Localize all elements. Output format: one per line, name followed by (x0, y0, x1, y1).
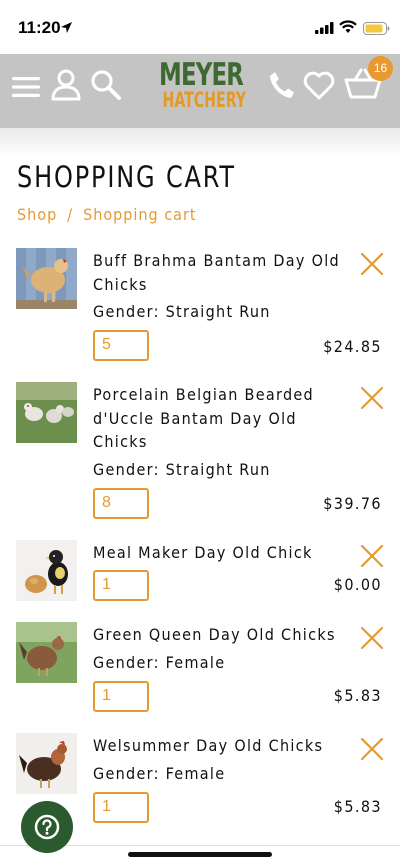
breadcrumb-separator: / (67, 205, 74, 224)
quantity-input[interactable]: 8 (93, 488, 149, 519)
product-image-buff-brahma[interactable] (16, 248, 77, 309)
help-button[interactable] (21, 801, 73, 853)
site-header: MEYER HATCHERY 16 (0, 54, 400, 128)
item-gender: Gender: Female (93, 764, 226, 783)
phone-icon[interactable] (268, 70, 296, 100)
quantity-input[interactable]: 1 (93, 792, 149, 823)
item-gender: Gender: Straight Run (93, 302, 271, 321)
heart-icon[interactable] (303, 71, 335, 100)
item-name[interactable]: Meal Maker Day Old Chick (93, 541, 343, 565)
remove-item-icon[interactable] (360, 252, 384, 276)
meyer-hatchery-logo[interactable]: MEYER HATCHERY (150, 60, 250, 111)
remove-item-icon[interactable] (360, 626, 384, 650)
item-name[interactable]: Welsummer Day Old Chicks (93, 734, 343, 758)
location-arrow-icon (61, 22, 72, 33)
remove-item-icon[interactable] (360, 737, 384, 761)
logo-text-meyer: MEYER (159, 57, 244, 93)
menu-icon[interactable] (12, 75, 40, 99)
status-time: 11:20 (18, 18, 61, 37)
item-price: $0.00 (333, 575, 382, 594)
item-price: $5.83 (333, 686, 382, 705)
item-price: $24.85 (323, 337, 382, 356)
quantity-input[interactable]: 1 (93, 681, 149, 712)
remove-item-icon[interactable] (360, 386, 384, 410)
account-icon[interactable] (51, 69, 81, 101)
signal-icon (315, 22, 334, 34)
item-gender: Gender: Female (93, 653, 226, 672)
quantity-input[interactable]: 1 (93, 570, 149, 601)
status-bar: 11:20 (0, 0, 400, 54)
item-name[interactable]: Porcelain Belgian Bearded d'Uccle Bantam… (93, 383, 343, 454)
cart-count-badge[interactable]: 16 (368, 56, 393, 81)
quantity-input[interactable]: 5 (93, 330, 149, 361)
search-icon[interactable] (90, 69, 122, 101)
product-image-welsummer[interactable] (16, 733, 77, 794)
item-price: $39.76 (323, 494, 382, 513)
item-name[interactable]: Green Queen Day Old Chicks (93, 623, 343, 647)
home-indicator (128, 852, 272, 857)
product-image-meal-maker[interactable] (16, 540, 77, 601)
help-icon (34, 814, 60, 840)
remove-item-icon[interactable] (360, 544, 384, 568)
page-title: SHOPPING CART (17, 160, 236, 194)
breadcrumb: Shop / Shopping cart (17, 205, 197, 224)
wifi-icon (339, 20, 357, 33)
item-name[interactable]: Buff Brahma Bantam Day Old Chicks (93, 249, 343, 296)
breadcrumb-shop-link[interactable]: Shop (17, 205, 57, 224)
item-gender: Gender: Straight Run (93, 460, 271, 479)
battery-icon (363, 22, 390, 35)
item-price: $5.83 (333, 797, 382, 816)
logo-text-hatchery: HATCHERY (162, 88, 247, 112)
header-shadow (0, 128, 400, 156)
breadcrumb-current: Shopping cart (83, 205, 197, 224)
product-image-green-queen[interactable] (16, 622, 77, 683)
product-image-porcelain-duccle[interactable] (16, 382, 77, 443)
